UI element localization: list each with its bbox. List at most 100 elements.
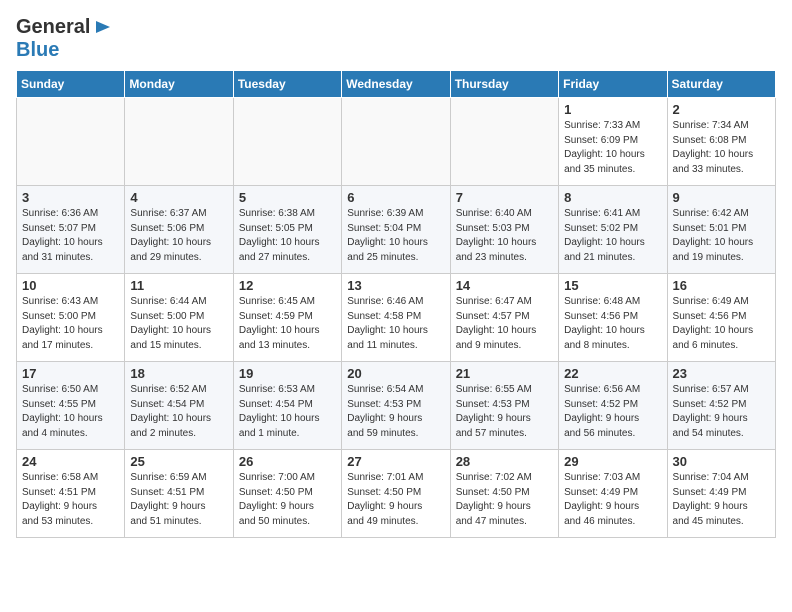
- calendar-body: 1Sunrise: 7:33 AMSunset: 6:09 PMDaylight…: [17, 98, 776, 538]
- calendar-cell: [342, 98, 450, 186]
- day-number: 26: [239, 454, 336, 469]
- day-info: Sunrise: 7:34 AMSunset: 6:08 PMDaylight:…: [673, 119, 770, 177]
- day-info: Sunrise: 6:39 AMSunset: 5:04 PMDaylight:…: [347, 207, 444, 265]
- calendar-cell: 25 Sunrise: 6:59 AMSunset: 4:51 PMDayligh…: [125, 450, 233, 538]
- day-number: 21: [456, 366, 553, 381]
- day-number: 19: [239, 366, 336, 381]
- day-number: 15: [564, 278, 661, 293]
- weekday-monday: Monday: [125, 71, 233, 98]
- day-info: Sunrise: 7:03 AMSunset: 4:49 PMDaylight:…: [564, 471, 661, 529]
- day-info: Sunrise: 6:47 AMSunset: 4:57 PMDaylight:…: [456, 295, 553, 353]
- calendar-week-1: 1Sunrise: 7:33 AMSunset: 6:09 PMDaylight…: [17, 98, 776, 186]
- day-number: 29: [564, 454, 661, 469]
- day-number: 9: [673, 190, 770, 205]
- day-info: Sunrise: 6:38 AMSunset: 5:05 PMDaylight:…: [239, 207, 336, 265]
- weekday-wednesday: Wednesday: [342, 71, 450, 98]
- day-info: Sunrise: 6:59 AMSunset: 4:51 PMDaylight:…: [130, 471, 227, 529]
- day-number: 25: [130, 454, 227, 469]
- calendar-cell: 3 Sunrise: 6:36 AMSunset: 5:07 PMDaylight…: [17, 186, 125, 274]
- day-number: 20: [347, 366, 444, 381]
- calendar-cell: 27 Sunrise: 7:01 AMSunset: 4:50 PMDayligh…: [342, 450, 450, 538]
- day-number: 5: [239, 190, 336, 205]
- day-info: Sunrise: 7:01 AMSunset: 4:50 PMDaylight:…: [347, 471, 444, 529]
- day-number: 10: [22, 278, 119, 293]
- day-number: 16: [673, 278, 770, 293]
- calendar-cell: [450, 98, 558, 186]
- day-info: Sunrise: 7:00 AMSunset: 4:50 PMDaylight:…: [239, 471, 336, 529]
- day-info: Sunrise: 6:43 AMSunset: 5:00 PMDaylight:…: [22, 295, 119, 353]
- day-info: Sunrise: 6:48 AMSunset: 4:56 PMDaylight:…: [564, 295, 661, 353]
- day-number: 4: [130, 190, 227, 205]
- day-number: 27: [347, 454, 444, 469]
- weekday-header-row: SundayMondayTuesdayWednesdayThursdayFrid…: [17, 71, 776, 98]
- calendar-cell: 22 Sunrise: 6:56 AMSunset: 4:52 PMDayligh…: [559, 362, 667, 450]
- weekday-sunday: Sunday: [17, 71, 125, 98]
- calendar-cell: [17, 98, 125, 186]
- day-info: Sunrise: 7:04 AMSunset: 4:49 PMDaylight:…: [673, 471, 770, 529]
- day-info: Sunrise: 6:46 AMSunset: 4:58 PMDaylight:…: [347, 295, 444, 353]
- calendar-cell: 21 Sunrise: 6:55 AMSunset: 4:53 PMDayligh…: [450, 362, 558, 450]
- calendar-week-4: 17 Sunrise: 6:50 AMSunset: 4:55 PMDayligh…: [17, 362, 776, 450]
- calendar-cell: 26 Sunrise: 7:00 AMSunset: 4:50 PMDayligh…: [233, 450, 341, 538]
- day-number: 2: [673, 102, 770, 117]
- calendar-week-5: 24 Sunrise: 6:58 AMSunset: 4:51 PMDayligh…: [17, 450, 776, 538]
- calendar-cell: [233, 98, 341, 186]
- calendar-cell: 23Sunrise: 6:57 AMSunset: 4:52 PMDayligh…: [667, 362, 775, 450]
- calendar-cell: 2 Sunrise: 7:34 AMSunset: 6:08 PMDaylight…: [667, 98, 775, 186]
- calendar-cell: 5 Sunrise: 6:38 AMSunset: 5:05 PMDaylight…: [233, 186, 341, 274]
- calendar-cell: 28 Sunrise: 7:02 AMSunset: 4:50 PMDayligh…: [450, 450, 558, 538]
- calendar-cell: [125, 98, 233, 186]
- logo-flag-icon: [92, 17, 114, 39]
- page-header: General Blue: [16, 16, 776, 62]
- calendar-cell: 10 Sunrise: 6:43 AMSunset: 5:00 PMDayligh…: [17, 274, 125, 362]
- calendar-header: SundayMondayTuesdayWednesdayThursdayFrid…: [17, 71, 776, 98]
- calendar-cell: 24 Sunrise: 6:58 AMSunset: 4:51 PMDayligh…: [17, 450, 125, 538]
- day-number: 14: [456, 278, 553, 293]
- day-info: Sunrise: 6:42 AMSunset: 5:01 PMDaylight:…: [673, 207, 770, 265]
- day-info: Sunrise: 7:33 AMSunset: 6:09 PMDaylight:…: [564, 119, 661, 177]
- day-info: Sunrise: 6:37 AMSunset: 5:06 PMDaylight:…: [130, 207, 227, 265]
- calendar-table: SundayMondayTuesdayWednesdayThursdayFrid…: [16, 70, 776, 538]
- day-number: 18: [130, 366, 227, 381]
- day-number: 22: [564, 366, 661, 381]
- day-number: 30: [673, 454, 770, 469]
- day-info: Sunrise: 6:54 AMSunset: 4:53 PMDaylight:…: [347, 383, 444, 441]
- weekday-thursday: Thursday: [450, 71, 558, 98]
- day-info: Sunrise: 6:44 AMSunset: 5:00 PMDaylight:…: [130, 295, 227, 353]
- calendar-cell: 15 Sunrise: 6:48 AMSunset: 4:56 PMDayligh…: [559, 274, 667, 362]
- calendar-cell: 6Sunrise: 6:39 AMSunset: 5:04 PMDaylight…: [342, 186, 450, 274]
- day-info: Sunrise: 6:58 AMSunset: 4:51 PMDaylight:…: [22, 471, 119, 529]
- day-number: 24: [22, 454, 119, 469]
- calendar-cell: 14 Sunrise: 6:47 AMSunset: 4:57 PMDayligh…: [450, 274, 558, 362]
- day-number: 7: [456, 190, 553, 205]
- calendar-cell: 19 Sunrise: 6:53 AMSunset: 4:54 PMDayligh…: [233, 362, 341, 450]
- day-number: 11: [130, 278, 227, 293]
- day-info: Sunrise: 6:45 AMSunset: 4:59 PMDaylight:…: [239, 295, 336, 353]
- day-info: Sunrise: 6:41 AMSunset: 5:02 PMDaylight:…: [564, 207, 661, 265]
- calendar-week-2: 3 Sunrise: 6:36 AMSunset: 5:07 PMDaylight…: [17, 186, 776, 274]
- calendar-cell: 13 Sunrise: 6:46 AMSunset: 4:58 PMDayligh…: [342, 274, 450, 362]
- day-info: Sunrise: 6:50 AMSunset: 4:55 PMDaylight:…: [22, 383, 119, 441]
- day-info: Sunrise: 7:02 AMSunset: 4:50 PMDaylight:…: [456, 471, 553, 529]
- day-info: Sunrise: 6:53 AMSunset: 4:54 PMDaylight:…: [239, 383, 336, 441]
- weekday-friday: Friday: [559, 71, 667, 98]
- day-number: 28: [456, 454, 553, 469]
- logo-blue: Blue: [16, 39, 59, 61]
- calendar-cell: 1Sunrise: 7:33 AMSunset: 6:09 PMDaylight…: [559, 98, 667, 186]
- day-info: Sunrise: 6:55 AMSunset: 4:53 PMDaylight:…: [456, 383, 553, 441]
- day-info: Sunrise: 6:36 AMSunset: 5:07 PMDaylight:…: [22, 207, 119, 265]
- logo: General Blue: [16, 16, 114, 62]
- calendar-cell: 12Sunrise: 6:45 AMSunset: 4:59 PMDayligh…: [233, 274, 341, 362]
- day-number: 23: [673, 366, 770, 381]
- day-info: Sunrise: 6:49 AMSunset: 4:56 PMDaylight:…: [673, 295, 770, 353]
- day-number: 3: [22, 190, 119, 205]
- weekday-saturday: Saturday: [667, 71, 775, 98]
- weekday-tuesday: Tuesday: [233, 71, 341, 98]
- day-info: Sunrise: 6:56 AMSunset: 4:52 PMDaylight:…: [564, 383, 661, 441]
- day-number: 17: [22, 366, 119, 381]
- day-info: Sunrise: 6:52 AMSunset: 4:54 PMDaylight:…: [130, 383, 227, 441]
- day-number: 13: [347, 278, 444, 293]
- calendar-cell: 30 Sunrise: 7:04 AMSunset: 4:49 PMDayligh…: [667, 450, 775, 538]
- calendar-cell: 7Sunrise: 6:40 AMSunset: 5:03 PMDaylight…: [450, 186, 558, 274]
- calendar-cell: 17 Sunrise: 6:50 AMSunset: 4:55 PMDayligh…: [17, 362, 125, 450]
